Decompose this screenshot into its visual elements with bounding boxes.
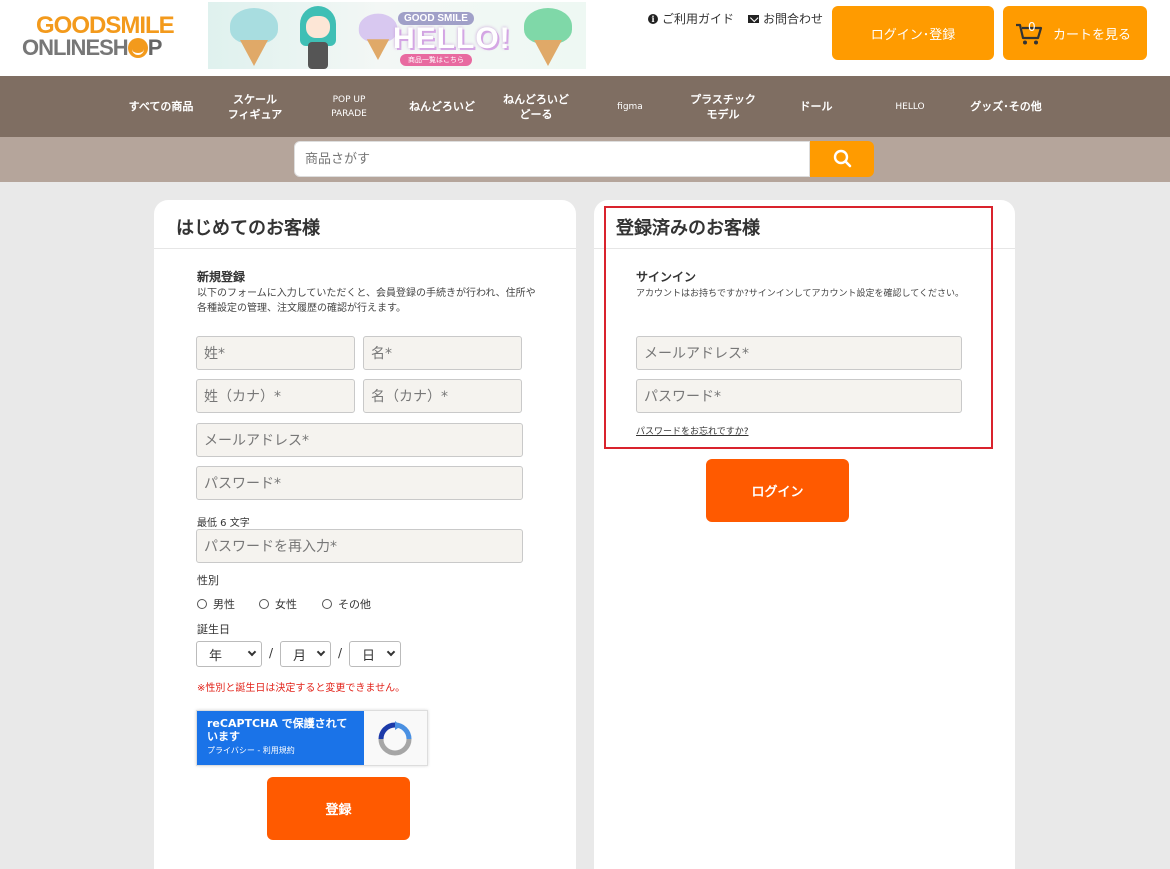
recaptcha-widget[interactable]: reCAPTCHA で保護されています プライバシー - 利用規約 xyxy=(196,710,428,766)
recaptcha-title: reCAPTCHA で保護されています xyxy=(207,717,348,743)
birth-month-select[interactable]: 月 xyxy=(280,641,331,667)
nav-item-doll[interactable]: ドール xyxy=(786,76,846,137)
recaptcha-badge: reCAPTCHA で保護されています プライバシー - 利用規約 xyxy=(197,711,364,765)
recaptcha-icon xyxy=(378,721,412,756)
register-password-field[interactable]: パスワード* xyxy=(196,466,523,500)
signin-highlight-box xyxy=(604,206,993,449)
radio-label: 女性 xyxy=(275,598,297,611)
last-name-field[interactable]: 姓* xyxy=(196,336,355,370)
first-name-kana-field[interactable]: 名（カナ）* xyxy=(363,379,522,413)
icecream-image xyxy=(520,8,576,66)
search-input[interactable] xyxy=(294,141,810,177)
select-value: 日 xyxy=(362,648,376,664)
chevron-down-icon xyxy=(316,647,326,657)
banner-title: HELLO! xyxy=(393,22,511,55)
first-name-field[interactable]: 名* xyxy=(363,336,522,370)
hello-banner[interactable]: GOOD SMILE HELLO! 商品一覧はこちら xyxy=(208,2,586,69)
search-bar xyxy=(0,137,1170,182)
guide-link-label: ご利用ガイド xyxy=(662,12,735,26)
nav-item-figma[interactable]: figma xyxy=(600,76,660,137)
chevron-down-icon xyxy=(247,647,257,657)
password-hint: 最低 6 文字 xyxy=(197,518,250,529)
birth-day-select[interactable]: 日 xyxy=(349,641,401,667)
contact-link-label: お問合わせ xyxy=(763,12,824,26)
nav-item-hello[interactable]: HELLO xyxy=(880,76,940,137)
site-logo[interactable]: GOODSMILE ONLINESH P xyxy=(22,10,182,62)
search-button[interactable] xyxy=(810,141,874,177)
gender-radio-other[interactable]: その他 xyxy=(322,596,371,612)
nav-item-nendoroid-doll[interactable]: ねんどろいど どーる xyxy=(496,76,576,137)
radio-circle xyxy=(322,599,332,609)
cart-count: 0 xyxy=(1028,20,1036,34)
date-separator: / xyxy=(338,646,343,660)
view-cart-button[interactable]: 0 カートを見る xyxy=(1003,6,1147,60)
login-register-button[interactable]: ログイン･登録 xyxy=(832,6,994,60)
guide-link[interactable]: i ご利用ガイド xyxy=(648,10,734,27)
logo-line2: ONLINESH P xyxy=(22,35,162,60)
nav-item-plastic-model[interactable]: プラスチック モデル xyxy=(684,76,762,137)
chevron-down-icon xyxy=(386,647,396,657)
last-name-kana-field[interactable]: 姓（カナ）* xyxy=(196,379,355,413)
radio-circle xyxy=(259,599,269,609)
search-icon xyxy=(833,149,852,168)
date-separator: / xyxy=(269,646,274,660)
register-section-title: 新規登録 xyxy=(197,270,246,284)
select-value: 年 xyxy=(209,648,223,664)
new-customer-title: はじめてのお客様 xyxy=(176,218,320,239)
gender-label: 性別 xyxy=(197,574,219,587)
recaptcha-links[interactable]: プライバシー - 利用規約 xyxy=(207,745,354,756)
login-button[interactable]: ログイン xyxy=(706,459,849,522)
nav-item-all[interactable]: すべての商品 xyxy=(122,76,200,137)
divider xyxy=(154,248,576,249)
cart-button-label: カートを見る xyxy=(1052,27,1131,43)
top-links: i ご利用ガイド お問合わせ xyxy=(648,10,823,27)
nav-item-popup-parade[interactable]: POP UP PARADE xyxy=(314,76,384,137)
info-icon: i xyxy=(648,13,658,24)
radio-label: 男性 xyxy=(213,598,235,611)
radio-circle xyxy=(197,599,207,609)
select-value: 月 xyxy=(293,648,307,664)
gender-birthday-warning: ※性別と誕生日は決定すると変更できません。 xyxy=(197,683,406,694)
register-button[interactable]: 登録 xyxy=(267,777,410,840)
banner-subtitle: 商品一覧はこちら xyxy=(400,54,472,66)
birthday-label: 誕生日 xyxy=(197,623,230,636)
mail-icon xyxy=(748,14,760,23)
category-nav: すべての商品 スケール フィギュア POP UP PARADE ねんどろいど ね… xyxy=(0,76,1170,137)
contact-link[interactable]: お問合わせ xyxy=(748,10,823,27)
birth-year-select[interactable]: 年 xyxy=(196,641,262,667)
register-email-field[interactable]: メールアドレス* xyxy=(196,423,523,457)
gender-radio-male[interactable]: 男性 xyxy=(197,596,235,612)
nav-item-goods[interactable]: グッズ･その他 xyxy=(964,76,1048,137)
nav-item-scale[interactable]: スケール フィギュア xyxy=(220,76,290,137)
radio-label: その他 xyxy=(338,598,371,611)
gender-radio-female[interactable]: 女性 xyxy=(259,596,297,612)
figure-image xyxy=(296,2,340,69)
site-header: GOODSMILE ONLINESH P GOOD SMILE HELLO! 商品… xyxy=(0,0,1170,76)
register-description: 以下のフォームに入力していただくと、会員登録の手続きが行われ、住所や 各種設定の… xyxy=(197,288,536,314)
icecream-image xyxy=(226,8,282,66)
password-confirm-field[interactable]: パスワードを再入力* xyxy=(196,529,523,563)
nav-item-nendoroid[interactable]: ねんどろいど xyxy=(404,76,480,137)
